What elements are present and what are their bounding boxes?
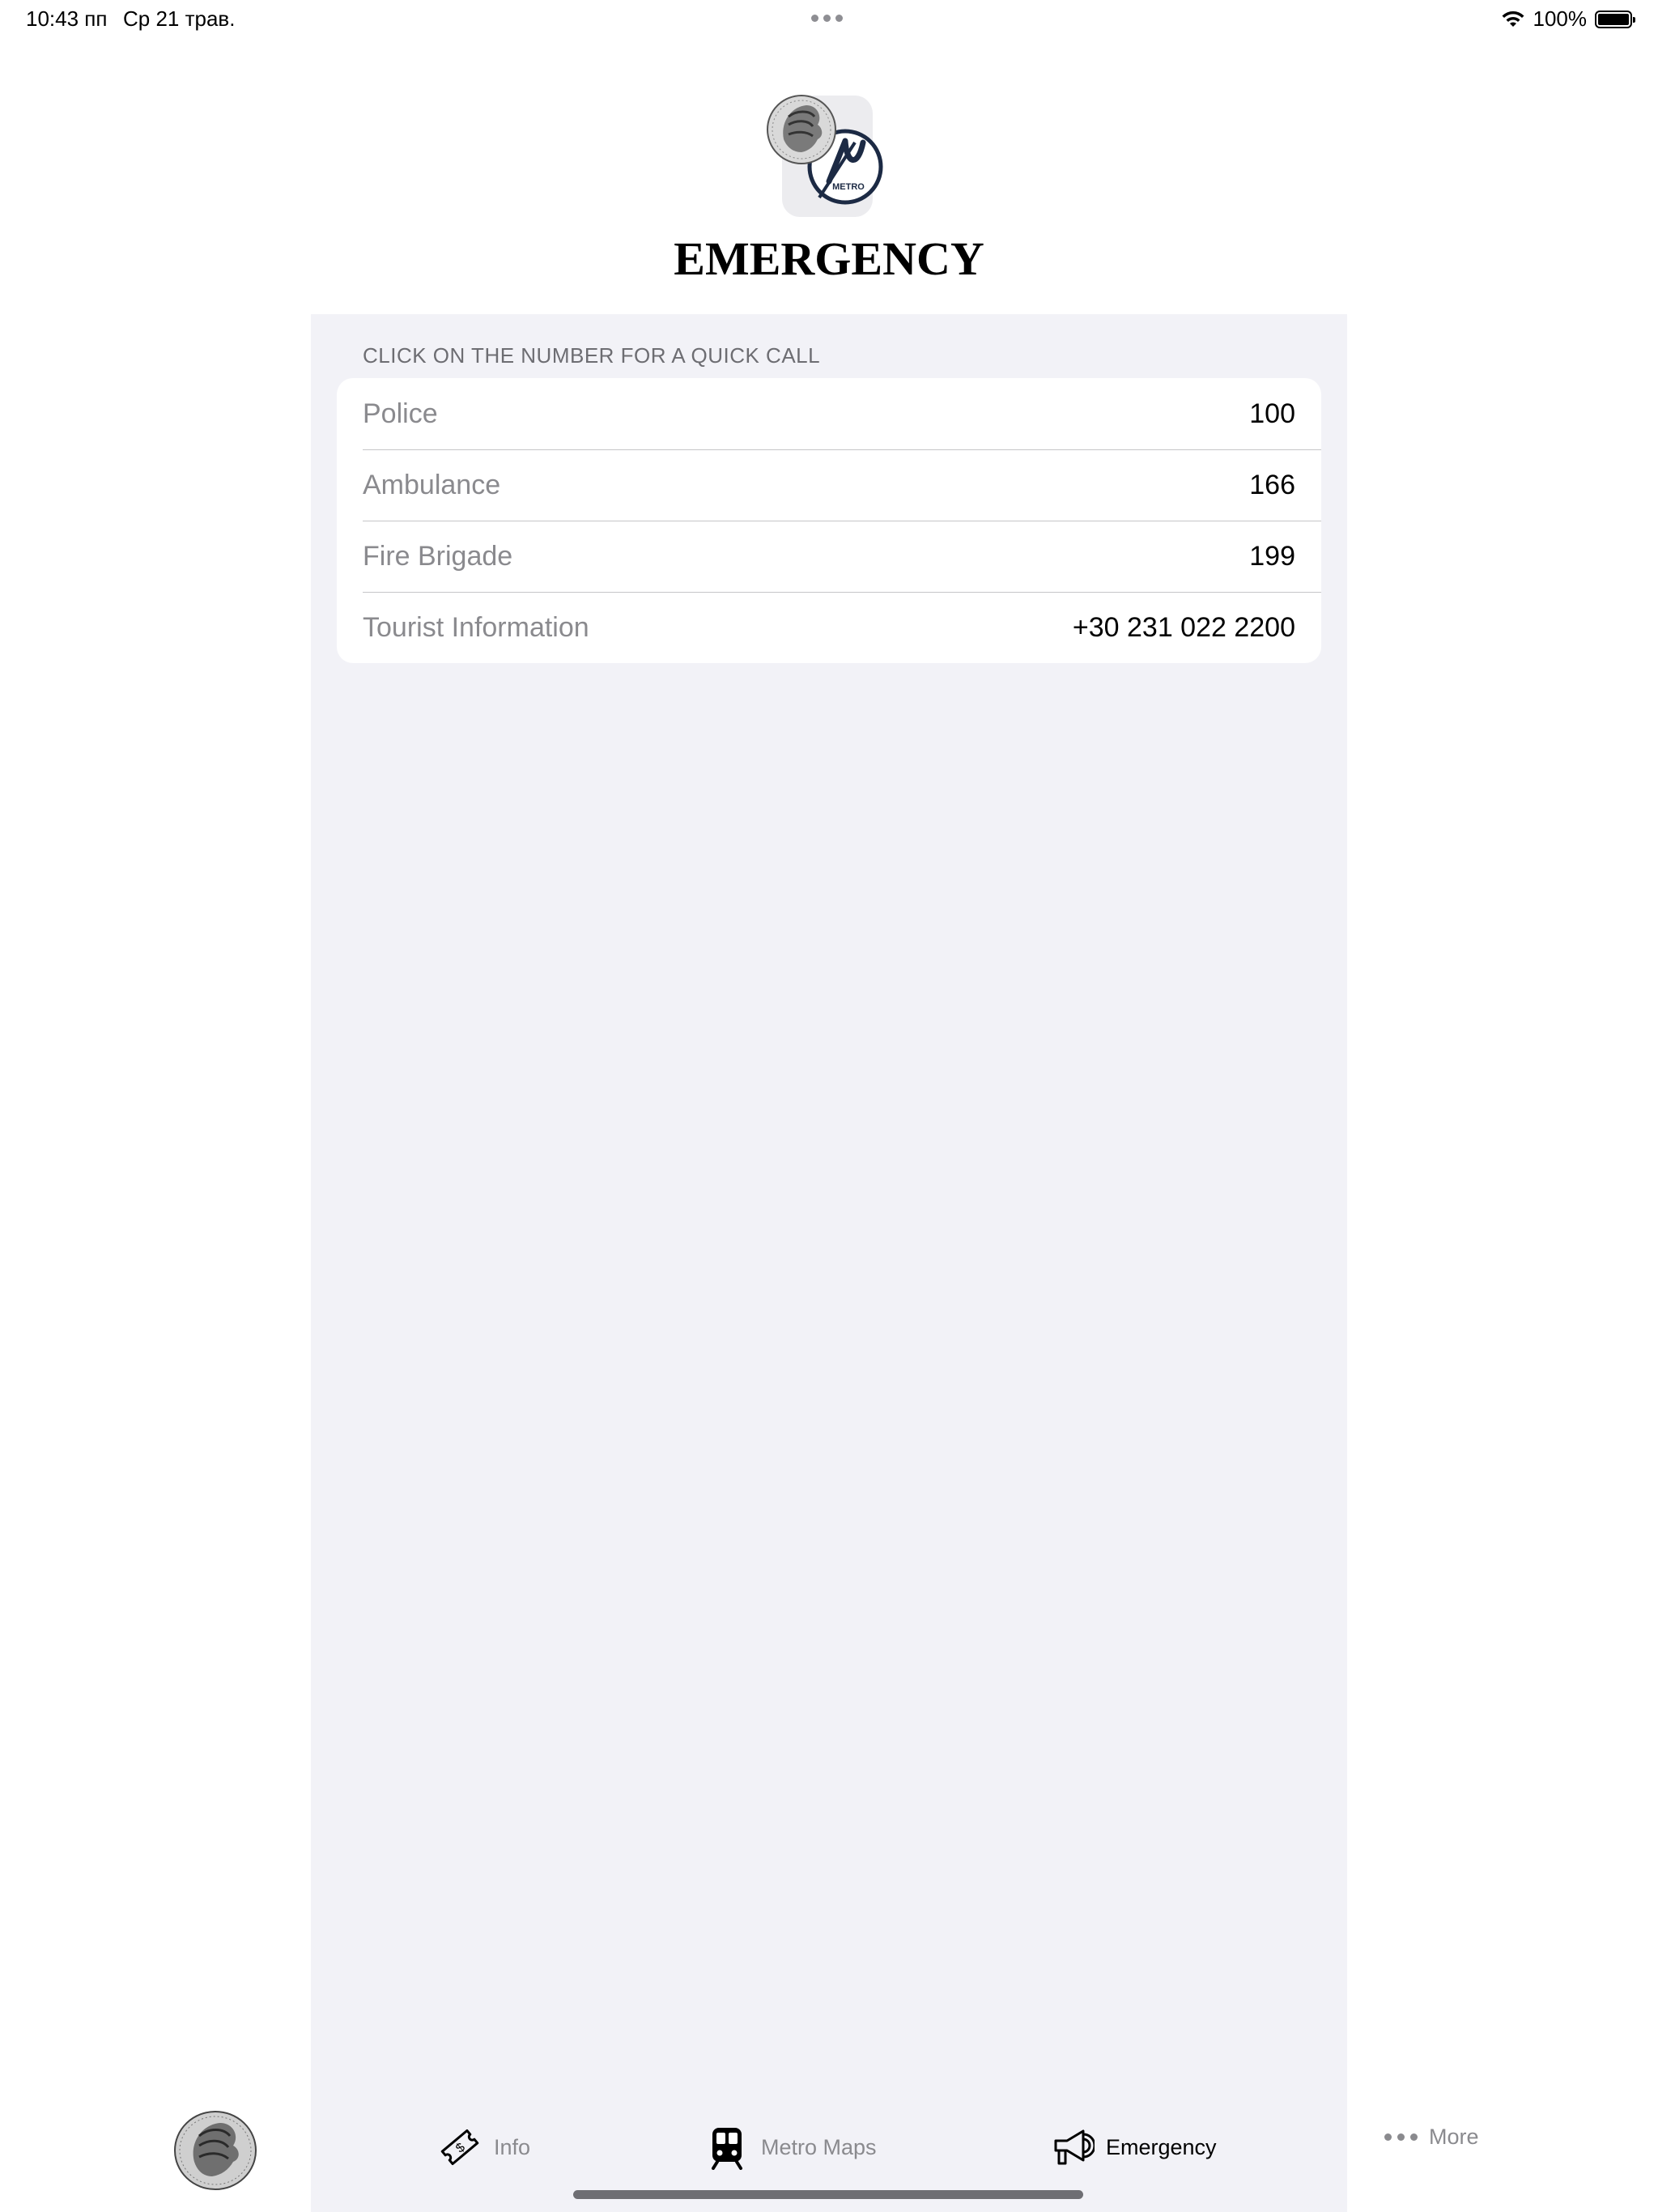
wifi-icon [1502,11,1524,27]
tab-emergency[interactable]: Emergency [1049,2125,1217,2170]
list-item-ambulance[interactable]: Ambulance 166 [337,449,1321,521]
phone-number-police[interactable]: 100 [1249,398,1295,430]
row-label: Tourist Information [363,611,589,643]
tab-more[interactable]: More [1384,2125,1479,2150]
tab-label: Info [494,2134,531,2159]
app-logo: METRO [767,95,883,217]
status-date: Ср 21 трав. [123,6,236,31]
content-panel: CLICK ON THE NUMBER FOR A QUICK CALL Pol… [311,314,1347,2212]
page-title: EMERGENCY [674,232,984,285]
section-header: CLICK ON THE NUMBER FOR A QUICK CALL [363,343,821,368]
multitasking-dots-icon[interactable] [811,15,843,22]
megaphone-icon [1054,2129,1095,2165]
list-item-tourist-information[interactable]: Tourist Information +30 231 022 2200 [337,592,1321,663]
coin-avatar-icon[interactable] [172,2108,259,2193]
list-item-police[interactable]: Police 100 [337,378,1321,449]
phone-number-fire-brigade[interactable]: 199 [1249,541,1295,572]
status-time: 10:43 пп [26,6,108,31]
tab-info[interactable]: $ Info [437,2125,530,2170]
tram-icon [712,2128,742,2170]
list-item-fire-brigade[interactable]: Fire Brigade 199 [337,521,1321,592]
battery-percent: 100% [1533,6,1588,31]
ticket-icon: $ [440,2129,479,2166]
row-label: Police [363,398,438,429]
phone-number-ambulance[interactable]: 166 [1249,470,1295,501]
emergency-list: Police 100 Ambulance 166 Fire Brigade 19… [337,378,1321,663]
row-label: Fire Brigade [363,540,513,572]
tab-label: Emergency [1106,2134,1217,2159]
logo-text: METRO [832,182,865,192]
battery-icon [1595,10,1635,28]
home-indicator[interactable] [573,2190,1083,2199]
tab-label: Metro Maps [761,2134,877,2159]
phone-number-tourist-information[interactable]: +30 231 022 2200 [1073,612,1295,644]
more-dots-icon [1384,2133,1418,2141]
row-label: Ambulance [363,469,501,500]
tab-label: More [1429,2125,1479,2149]
tab-metro-maps[interactable]: Metro Maps [704,2125,877,2170]
status-indicators: 100% [1501,6,1635,32]
status-bar: 10:43 пп Ср 21 трав. 100% [0,0,1658,39]
